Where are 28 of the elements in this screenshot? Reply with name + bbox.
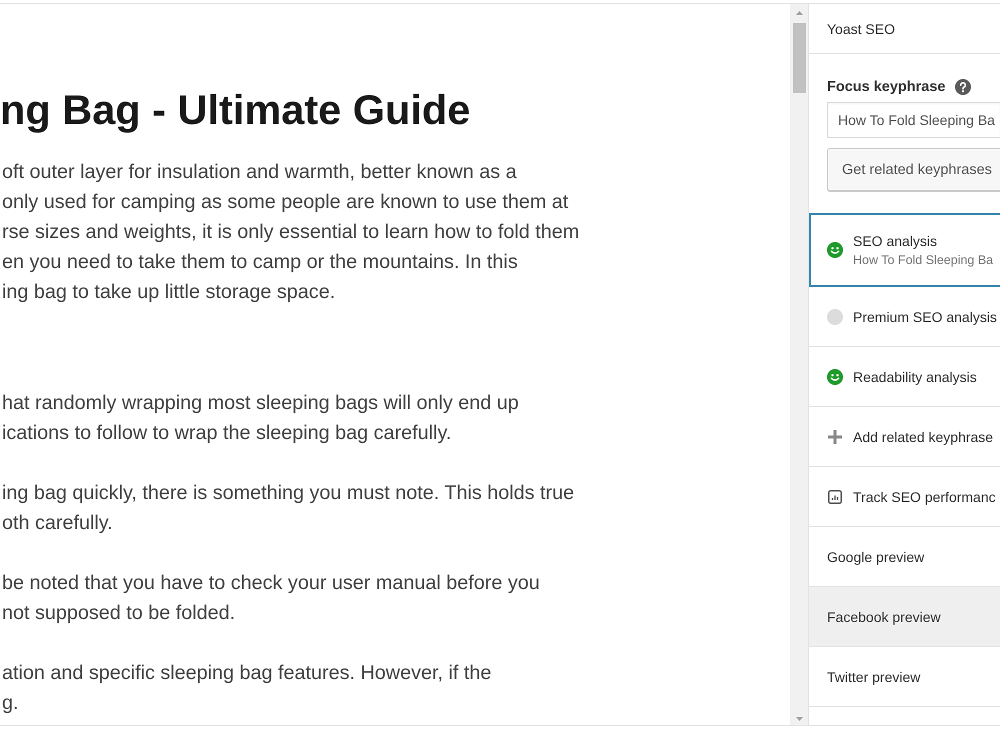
scroll-up-icon[interactable]	[796, 11, 802, 15]
field-label: Focus keyphrase	[827, 79, 946, 95]
scroll-down-icon[interactable]	[796, 717, 802, 721]
paragraph-text: ing bag quickly, there is something you must note. This holds true oth carefully.	[1, 481, 574, 536]
section-title: Premium SEO analysis	[853, 308, 997, 324]
paragraph-text: be noted that you have to check your user manual before you not supposed to be folded.	[1, 571, 540, 626]
paragraph-text: hat randomly wrapping most sleeping bags will only end up ications to follow to wrap the sleeping bag carefully.	[1, 391, 519, 446]
section-title: SEO analysis	[853, 233, 938, 249]
section-subtitle: How To Fold Sleeping Ba	[853, 253, 994, 267]
sidebar-section[interactable]: Facebook preview	[809, 587, 1000, 647]
section-title: Add related keyphrase	[853, 428, 994, 444]
keyphrase-input[interactable]: How To Fold Sleeping Ba	[827, 102, 1000, 138]
scrollbar-thumb[interactable]	[792, 23, 806, 93]
sidebar-section[interactable]: SEO analysis How To Fold Sleeping Ba	[809, 213, 1000, 287]
section-title: Readability analysis	[853, 368, 977, 384]
section-title: Track SEO performanc	[853, 488, 996, 504]
paragraph-text: oft outer layer for insulation and warmth, better known as a only used for camping as some people are known to use them at rse sizes and weights, it is only essential to learn how to fold them en you need to take them to camp or the mountains. In this ing bag to take up little storage space.	[1, 160, 580, 305]
sidebar-title: Yoast SEO	[827, 20, 895, 36]
plus-icon	[828, 430, 842, 444]
section-title: Facebook preview	[827, 608, 941, 624]
paragraph-text: ation and specific sleeping bag features. However, if the g.	[1, 661, 492, 716]
article-title: ng Bag - Ultimate Guide	[0, 86, 470, 134]
help-icon[interactable]	[955, 79, 972, 95]
section-title: Google preview	[827, 548, 924, 564]
scrollbar-track[interactable]	[790, 4, 808, 725]
bar-chart-icon	[828, 490, 842, 504]
related-keyphrases-button[interactable]: Get related keyphrases	[827, 148, 1000, 191]
section-title: Twitter preview	[827, 668, 920, 684]
